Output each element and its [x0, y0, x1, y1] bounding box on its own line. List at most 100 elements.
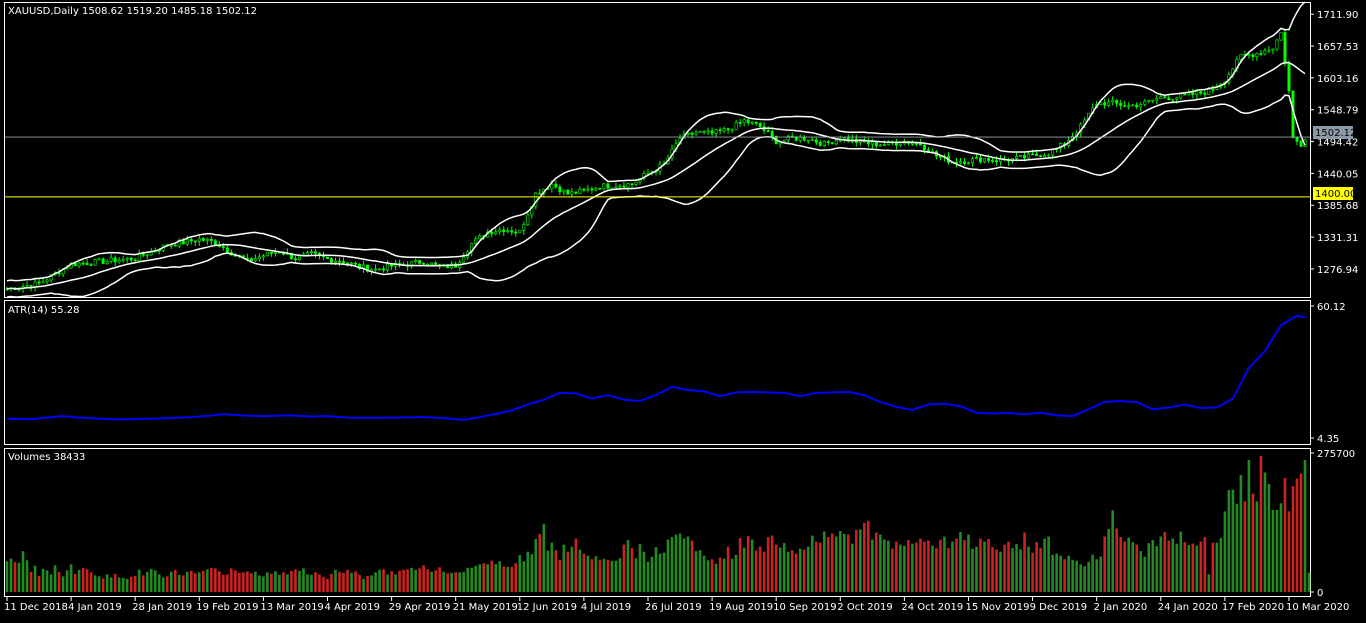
price-candle [105, 259, 109, 265]
trading-chart[interactable]: 1711.90 1657.53 1603.16 1548.79 1494.42 1440.… [0, 0, 1366, 619]
candle-body [710, 130, 714, 134]
chart-canvas[interactable]: 1711.90 1657.53 1603.16 1548.79 1494.42 1440.… [0, 0, 1366, 619]
candle-body [129, 257, 133, 261]
candle-body [690, 132, 694, 135]
candle-body [57, 272, 61, 275]
price-tick-label: 1331.31 [1317, 233, 1358, 244]
candle-body [1051, 149, 1055, 156]
price-candle [45, 278, 49, 285]
candle-body [1203, 92, 1207, 95]
price-candle [1127, 102, 1131, 110]
candle-body [117, 259, 121, 263]
price-candle [722, 126, 726, 134]
price-candle [338, 257, 342, 267]
price-candle [1123, 101, 1127, 107]
candle-body [898, 143, 902, 146]
price-candle [502, 226, 506, 236]
candle-body [273, 251, 277, 254]
price-candle [1155, 94, 1159, 105]
candle-body [1247, 54, 1251, 56]
price-candle [1191, 88, 1195, 99]
price-candle [974, 154, 978, 160]
candle-body [750, 121, 754, 124]
candle-body [189, 239, 193, 242]
price-candle [506, 227, 510, 234]
price-candle [474, 236, 478, 245]
price-candle [726, 127, 730, 134]
candle-body [830, 142, 834, 145]
date-tick-label: 10 Mar 2020 [1286, 602, 1349, 613]
price-candle [634, 181, 638, 187]
candle-body [1159, 96, 1163, 99]
candle-body [878, 144, 882, 147]
candle-body [962, 161, 966, 164]
price-candle [197, 234, 201, 246]
candle-body [109, 257, 113, 262]
atr-tick-label: 60.12 [1317, 302, 1346, 313]
price-candle [718, 127, 722, 135]
candle-body [1151, 99, 1155, 102]
candle-body [922, 144, 926, 151]
price-candle [1139, 101, 1143, 111]
candle-body [73, 262, 77, 267]
price-candle [646, 168, 650, 175]
candle-body [1275, 39, 1279, 50]
price-candle [93, 258, 97, 266]
date-tick-label: 10 Sep 2019 [773, 602, 836, 613]
date-tick-label: 12 Jun 2019 [517, 602, 577, 613]
price-candle [1211, 85, 1215, 94]
candle-body [125, 257, 129, 260]
price-candle [1287, 60, 1291, 94]
candle-body [205, 238, 209, 241]
candle-body [1267, 49, 1271, 52]
price-candle [850, 134, 854, 144]
date-tick-label: 9 Dec 2019 [1030, 602, 1088, 613]
candle-body [1179, 93, 1183, 99]
candle-body [113, 257, 117, 263]
candle-body [1019, 155, 1023, 157]
candle-body [1043, 155, 1047, 158]
candle-body [145, 254, 149, 257]
price-candle [574, 191, 578, 195]
candle-body [818, 141, 822, 146]
price-candle [746, 117, 750, 126]
price-candle [970, 156, 974, 167]
date-tick-label: 19 Aug 2019 [709, 602, 773, 613]
candle-body [870, 141, 874, 145]
candle-body [221, 246, 225, 249]
candle-body [89, 264, 93, 266]
level-label: 1400.00 [1313, 187, 1356, 200]
price-candle [462, 252, 466, 265]
candle-body [1167, 97, 1171, 101]
candle-body [614, 186, 618, 189]
price-candle [598, 187, 602, 190]
candle-body [514, 231, 518, 234]
candle-body [754, 121, 758, 124]
atr-pane-title: ATR(14) 55.28 [8, 305, 79, 316]
candle-body [474, 238, 478, 244]
price-candle [554, 180, 558, 190]
price-candle [498, 226, 502, 235]
candle-body [77, 262, 81, 267]
price-candle [822, 140, 826, 148]
price-candle [894, 138, 898, 150]
price-candle [802, 134, 806, 142]
candle-body [798, 136, 802, 141]
price-candle [1135, 102, 1139, 110]
price-candle [622, 181, 626, 189]
candle-body [338, 260, 342, 263]
candle-body [991, 160, 995, 162]
price-candle [293, 255, 297, 263]
price-candle [642, 170, 646, 181]
price-candle [265, 251, 269, 257]
price-tick-label: 1385.68 [1317, 201, 1358, 212]
price-pane-frame [4, 2, 1311, 298]
candle-body [970, 158, 974, 164]
price-candle [758, 121, 762, 129]
price-candle [342, 257, 346, 265]
price-candle [177, 238, 181, 249]
date-tick-label: 2 Oct 2019 [837, 602, 892, 613]
candle-body [313, 251, 317, 254]
price-candle [738, 118, 742, 127]
price-tick-label: 1440.05 [1317, 169, 1358, 180]
